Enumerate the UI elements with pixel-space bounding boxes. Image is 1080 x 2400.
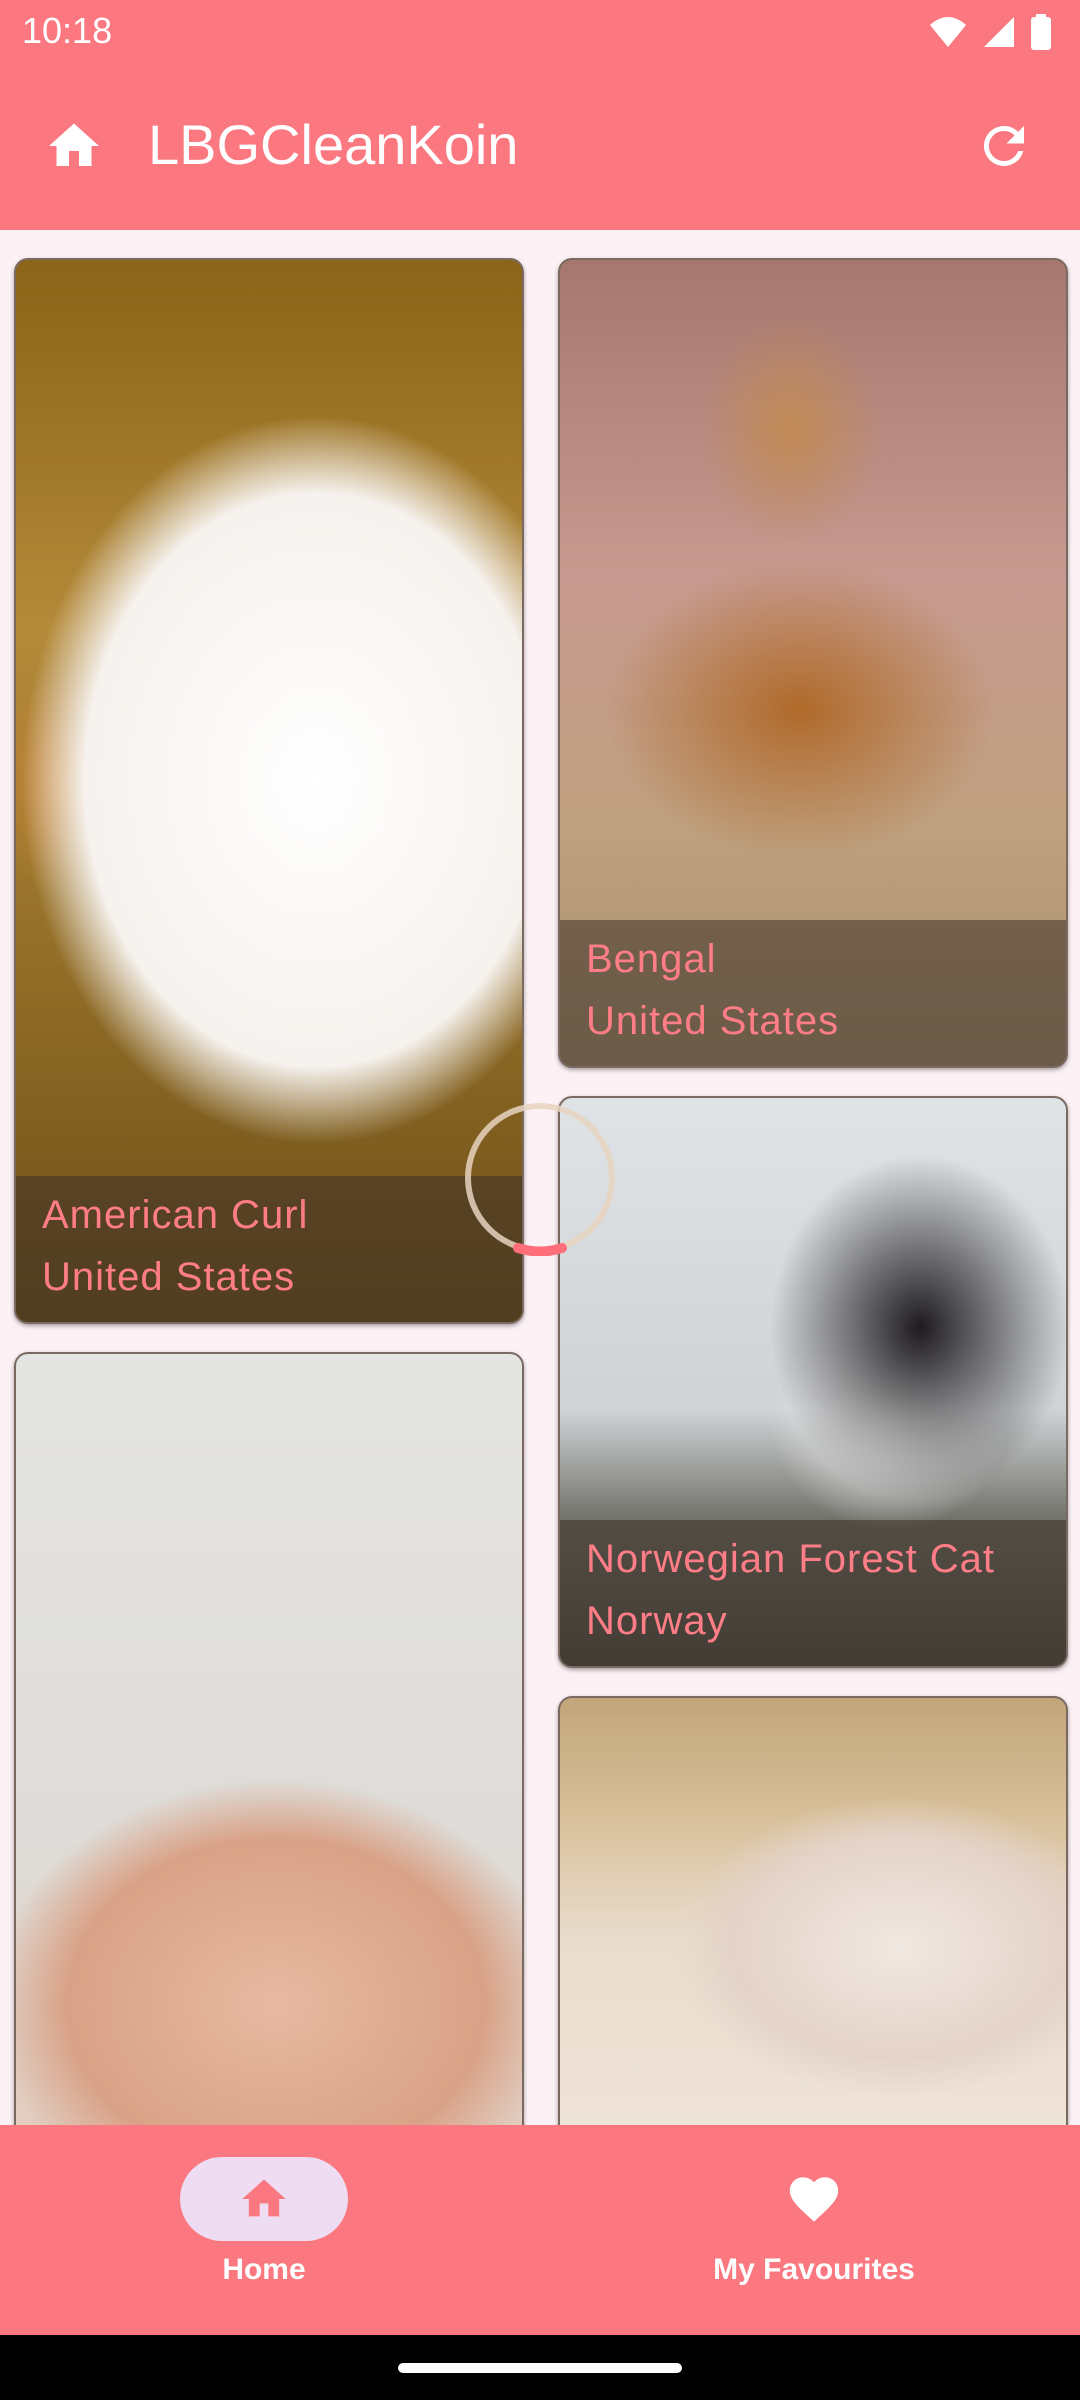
system-navigation-bar <box>0 2335 1080 2400</box>
status-time: 10:18 <box>22 10 113 51</box>
breed-card-label: Bengal United States <box>560 920 1066 1066</box>
breed-origin: United States <box>586 999 840 1043</box>
nav-item-home[interactable]: Home <box>84 2157 444 2317</box>
battery-icon <box>1031 14 1051 50</box>
wifi-icon <box>930 17 966 47</box>
nav-label-favourites: My Favourites <box>713 2253 915 2286</box>
breed-card[interactable]: American Curl United States <box>14 258 524 1324</box>
breed-card[interactable]: Norwegian Forest Cat Norway <box>558 1096 1068 1668</box>
app-title: LBGCleanKoin <box>148 113 519 176</box>
nav-label-home: Home <box>222 2253 306 2286</box>
nav-item-favourites[interactable]: My Favourites <box>634 2157 994 2317</box>
nav-indicator <box>180 2157 348 2241</box>
breed-name: Bengal <box>586 937 717 981</box>
breed-card-label: Norwegian Forest Cat Norway <box>560 1520 1066 1666</box>
bottom-navigation: Home My Favourites <box>0 2125 1080 2335</box>
loading-spinner <box>465 1103 615 1256</box>
breed-card[interactable]: Bengal United States <box>558 258 1068 1068</box>
screen: 10:18 LBGCleanKoin American Curl United … <box>0 0 1080 2400</box>
home-icon <box>242 2179 286 2217</box>
breed-origin: Norway <box>586 1599 728 1643</box>
cellular-signal-icon <box>984 17 1014 47</box>
app-bar: LBGCleanKoin <box>0 64 1080 230</box>
breed-card[interactable] <box>14 1352 524 2125</box>
breed-origin: United States <box>42 1255 296 1299</box>
breed-name: Norwegian Forest Cat <box>586 1537 996 1581</box>
gesture-home-pill[interactable] <box>398 2363 682 2373</box>
breed-name: American Curl <box>42 1193 309 1237</box>
heart-icon <box>789 2177 839 2222</box>
refresh-icon[interactable] <box>974 116 1034 176</box>
breed-card[interactable] <box>558 1696 1068 2125</box>
home-icon[interactable] <box>44 116 104 176</box>
status-bar: 10:18 <box>0 0 1080 64</box>
status-icons <box>928 14 1052 50</box>
breed-card-label: American Curl United States <box>16 1176 522 1322</box>
nav-indicator <box>730 2157 898 2241</box>
